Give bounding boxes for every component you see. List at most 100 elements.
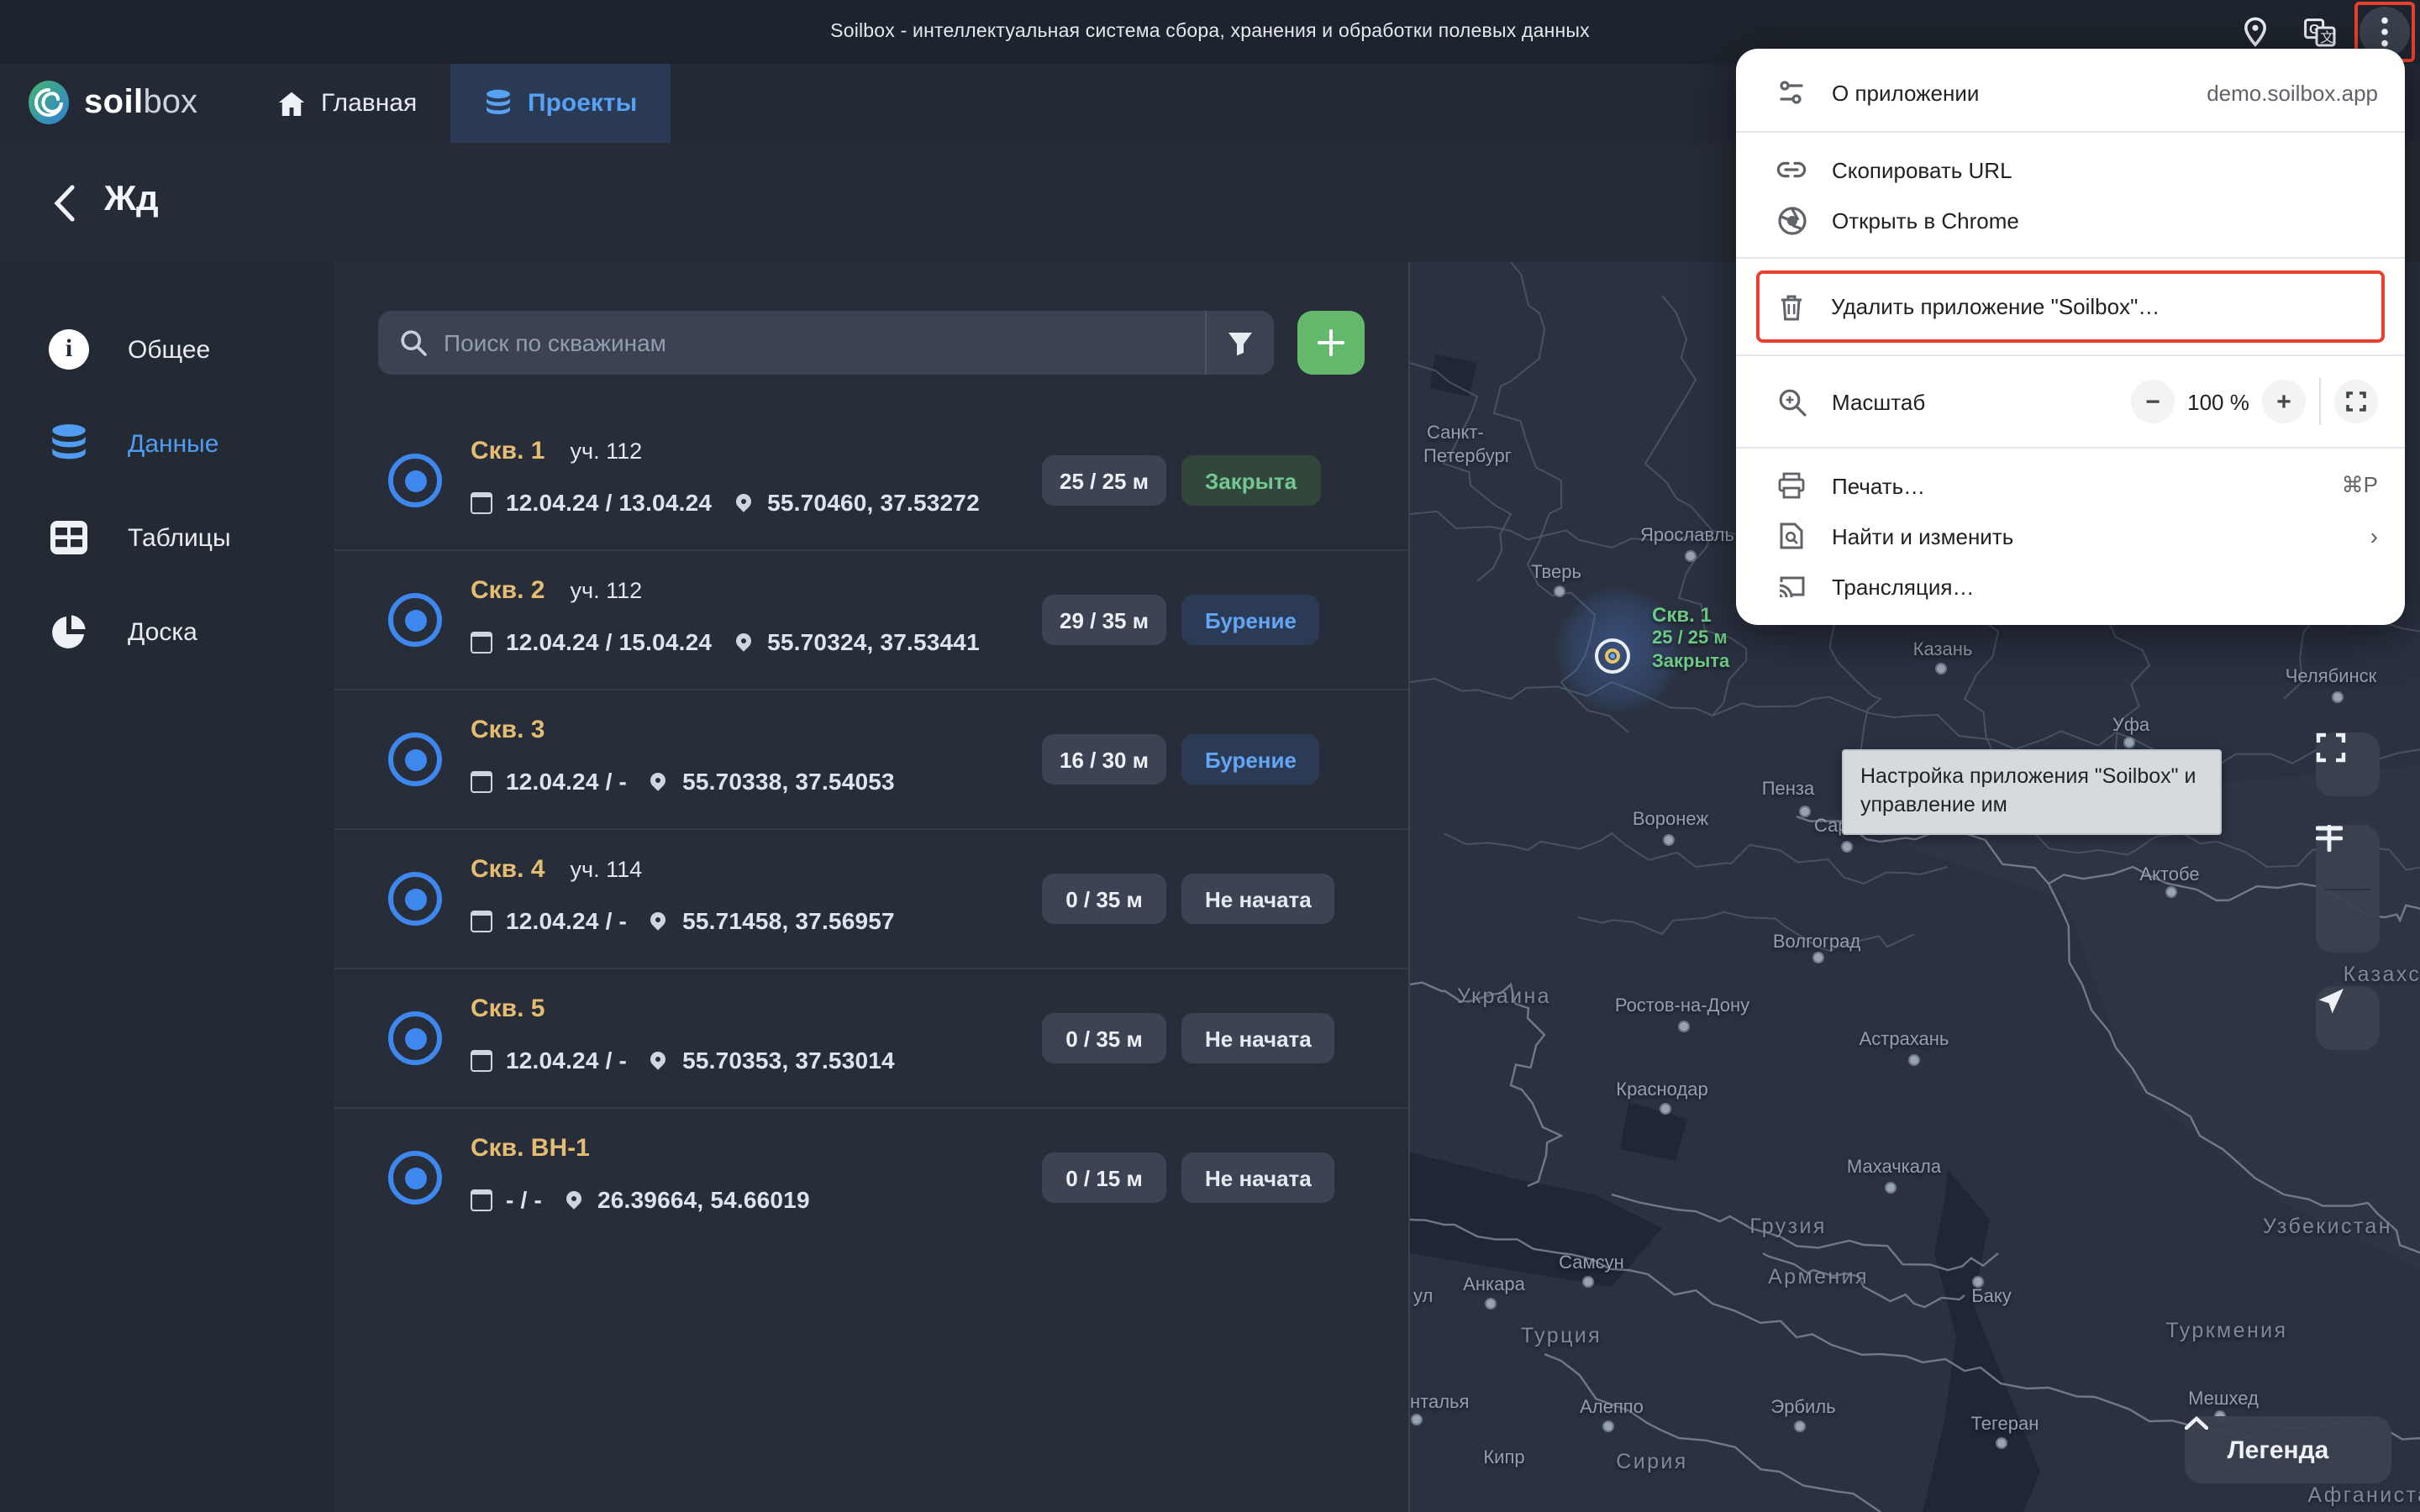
well-row[interactable]: Скв. 5 12.04.24 / - 55.70353, 37.53014 0… bbox=[334, 969, 1408, 1109]
fullscreen-button[interactable] bbox=[2334, 380, 2378, 423]
menu-item-copy-url[interactable]: Скопировать URL bbox=[1736, 144, 2405, 195]
well-depth-badge: 29 / 35 м bbox=[1042, 595, 1166, 645]
well-row[interactable]: Скв. ВН-1 - / - 26.39664, 54.66019 0 / 1… bbox=[334, 1109, 1408, 1247]
map-country-label: Сирия bbox=[1616, 1450, 1688, 1473]
well-status-badge: Бурение bbox=[1181, 595, 1320, 645]
menu-divider bbox=[1736, 447, 2405, 449]
sidebar-label-data: Данные bbox=[128, 429, 219, 458]
app-settings-icon bbox=[1776, 77, 1807, 108]
well-name: Скв. 5 bbox=[471, 995, 545, 1023]
map-city-dot bbox=[1841, 841, 1853, 853]
well-marker-icon bbox=[388, 1011, 442, 1065]
map-city-label: Самсун bbox=[1559, 1253, 1624, 1273]
sidebar-item-tables[interactable]: Таблицы bbox=[0, 491, 333, 585]
map-city-dot bbox=[1935, 663, 1947, 675]
wells-search[interactable]: Поиск по скважинам bbox=[378, 311, 1274, 375]
map-fullscreen-button[interactable] bbox=[2316, 732, 2380, 796]
map-country-label: Грузия bbox=[1749, 1215, 1827, 1238]
map-city-dot bbox=[1554, 585, 1565, 597]
printer-icon bbox=[1776, 470, 1807, 501]
menu-vertical-divider bbox=[2319, 378, 2321, 425]
map-marker-name: Скв. 1 bbox=[1652, 603, 1712, 627]
pie-chart-icon bbox=[47, 610, 91, 654]
nav-home[interactable]: Главная bbox=[244, 64, 450, 143]
database-icon bbox=[484, 89, 513, 118]
well-row[interactable]: Скв. 2 уч. 112 12.04.24 / 15.04.24 55.70… bbox=[334, 551, 1408, 690]
map-city-dot bbox=[1972, 1276, 1984, 1288]
map-city-label: Санкт- bbox=[1427, 423, 1484, 444]
well-row[interactable]: Скв. 4 уч. 114 12.04.24 / - 55.71458, 37… bbox=[334, 830, 1408, 969]
map-city-label: Баку bbox=[1971, 1287, 2012, 1307]
map-city-dot bbox=[1685, 550, 1697, 562]
translate-icon[interactable]: G文 bbox=[2302, 15, 2336, 49]
trash-icon bbox=[1776, 291, 1806, 322]
map-zoom-in-button[interactable] bbox=[2316, 825, 2380, 889]
map-country-label: Узбекистан bbox=[2263, 1215, 2392, 1238]
menu-item-delete-app[interactable]: Удалить приложение "Soilbox"… bbox=[1760, 274, 2381, 339]
map-country-label: Украина bbox=[1457, 984, 1551, 1008]
chrome-app-menu: О приложении demo.soilbox.app Скопироват… bbox=[1736, 49, 2405, 625]
map-city-label: Воронеж bbox=[1632, 810, 1709, 830]
logo: soilbox bbox=[25, 79, 197, 126]
search-placeholder: Поиск по скважинам bbox=[444, 329, 666, 356]
map-city-label: Ростов-на-Дону bbox=[1614, 996, 1750, 1016]
calendar-icon bbox=[471, 1049, 492, 1071]
menu-copy-url-label: Скопировать URL bbox=[1832, 157, 2012, 182]
menu-item-about[interactable]: О приложении demo.soilbox.app bbox=[1736, 66, 2405, 119]
well-row[interactable]: Скв. 1 уч. 112 12.04.24 / 13.04.24 55.70… bbox=[334, 412, 1408, 551]
menu-open-chrome-label: Открыть в Chrome bbox=[1832, 207, 2019, 233]
menu-cast-label: Трансляция… bbox=[1832, 574, 1975, 599]
well-plot: уч. 112 bbox=[570, 438, 643, 464]
menu-item-print[interactable]: Печать… ⌘P bbox=[1736, 460, 2405, 511]
menu-divider bbox=[1736, 354, 2405, 356]
sidebar: i Общее Данные Таблицы Доска bbox=[0, 262, 336, 1512]
add-well-button[interactable] bbox=[1297, 311, 1365, 375]
map-city-dot bbox=[1885, 1182, 1897, 1194]
menu-item-cast[interactable]: Трансляция… bbox=[1736, 561, 2405, 612]
menu-item-open-in-chrome[interactable]: Открыть в Chrome bbox=[1736, 195, 2405, 245]
map-city-dot bbox=[1663, 834, 1675, 846]
well-name: Скв. 3 bbox=[471, 716, 545, 744]
well-map-marker[interactable] bbox=[1594, 638, 1629, 673]
map-city-label: ул bbox=[1413, 1287, 1434, 1307]
menu-divider bbox=[1736, 257, 2405, 259]
well-row[interactable]: Скв. 3 12.04.24 / - 55.70338, 37.54053 1… bbox=[334, 690, 1408, 830]
well-plot: уч. 112 bbox=[570, 578, 643, 603]
menu-print-shortcut: ⌘P bbox=[2341, 472, 2378, 497]
map-city-label: Уфа bbox=[2112, 716, 2150, 736]
submenu-chevron-icon: › bbox=[2370, 522, 2378, 549]
map-city-label: Астрахань bbox=[1859, 1030, 1949, 1050]
chrome-icon bbox=[1776, 205, 1807, 235]
location-pin-icon[interactable] bbox=[2238, 15, 2272, 49]
pin-icon bbox=[562, 1187, 584, 1209]
map-city-label: Актобе bbox=[2139, 865, 2200, 885]
well-depth-badge: 0 / 35 м bbox=[1042, 874, 1166, 924]
annotation-red-box-delete: Удалить приложение "Soilbox"… bbox=[1756, 270, 2385, 343]
legend-button[interactable]: Легенда bbox=[2185, 1416, 2391, 1483]
sidebar-label-general: Общее bbox=[128, 335, 211, 364]
menu-item-zoom: Масштаб − 100 % + bbox=[1736, 368, 2405, 435]
zoom-out-button[interactable]: − bbox=[2131, 380, 2175, 423]
menu-item-find-edit[interactable]: Найти и изменить › bbox=[1736, 511, 2405, 561]
map-city-dot bbox=[1678, 1021, 1690, 1032]
map-city-label: Тегеран bbox=[1970, 1415, 2039, 1435]
sidebar-item-board[interactable]: Доска bbox=[0, 585, 333, 679]
map-country-label: Турция bbox=[1520, 1324, 1602, 1347]
brand-soil: soil bbox=[84, 83, 144, 120]
map-zoom-out-button[interactable] bbox=[2316, 826, 2380, 953]
back-button[interactable] bbox=[40, 180, 87, 227]
filter-icon[interactable] bbox=[1207, 311, 1274, 375]
sidebar-item-data[interactable]: Данные bbox=[0, 396, 333, 491]
sidebar-item-general[interactable]: i Общее bbox=[0, 302, 333, 396]
well-coords: 26.39664, 54.66019 bbox=[597, 1186, 810, 1213]
zoom-in-button[interactable]: + bbox=[2262, 380, 2306, 423]
zoom-divider bbox=[2324, 889, 2371, 890]
map-locate-button[interactable] bbox=[2316, 986, 2380, 1050]
map-marker-status: Закрыта bbox=[1652, 652, 1730, 672]
map-city-dot bbox=[1812, 952, 1824, 963]
well-coords: 55.70324, 37.53441 bbox=[767, 628, 980, 655]
menu-about-label: О приложении bbox=[1832, 80, 1980, 105]
nav-projects-label: Проекты bbox=[528, 89, 638, 118]
map-city-dot bbox=[1411, 1414, 1423, 1425]
nav-projects[interactable]: Проекты bbox=[450, 64, 671, 143]
